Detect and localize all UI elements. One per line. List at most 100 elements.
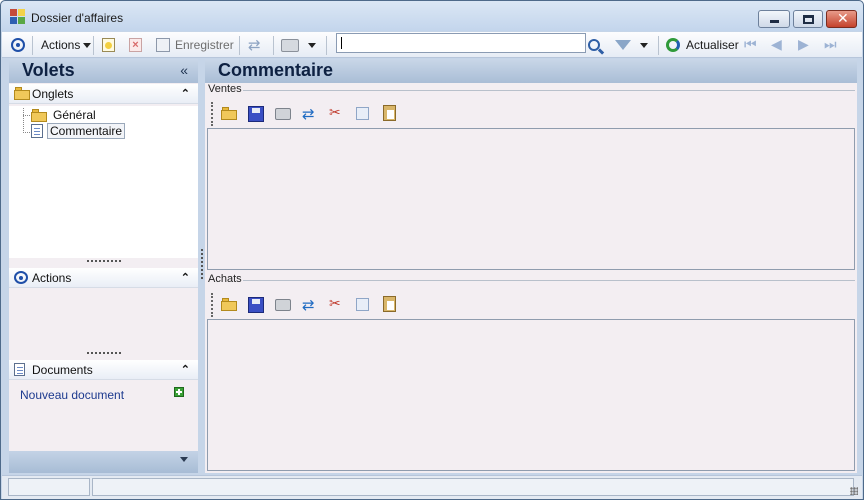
tabs-tree: Général Commentaire <box>9 106 198 258</box>
cut-icon[interactable]: ✂ <box>329 105 345 121</box>
copy-icon[interactable] <box>356 107 369 120</box>
group-achats-title: Achats <box>208 273 242 285</box>
actions-menu-label: Actions <box>41 38 81 52</box>
save-icon[interactable] <box>248 106 264 122</box>
copy-icon[interactable] <box>356 298 369 311</box>
actions-menu-button[interactable]: Actions <box>41 36 92 54</box>
new-document-icon <box>102 38 115 52</box>
print-icon[interactable] <box>275 299 291 311</box>
status-cell <box>92 478 854 496</box>
section-documents-header[interactable]: Documents ⌃ <box>9 360 198 380</box>
delete-button[interactable]: × <box>129 36 142 54</box>
chevron-up-icon[interactable]: ⌃ <box>181 363 190 376</box>
target-icon <box>14 271 28 284</box>
side-panel: Volets « Onglets ⌃ Général Commentaire A… <box>9 59 198 473</box>
tree-item-general[interactable]: Général <box>31 107 98 123</box>
section-resize-grip[interactable] <box>87 260 121 263</box>
previous-record-button[interactable]: ◀ <box>771 36 782 54</box>
chevron-up-icon[interactable]: ⌃ <box>181 87 190 100</box>
print-icon <box>281 38 299 52</box>
search-icon <box>588 39 605 55</box>
first-icon: ⏮ <box>744 37 757 53</box>
search-button[interactable] <box>588 36 605 55</box>
section-actions-header[interactable]: Actions ⌃ <box>9 268 198 288</box>
paste-icon[interactable] <box>383 296 396 312</box>
last-record-button[interactable]: ⏭ <box>824 36 837 54</box>
resize-grip-icon[interactable] <box>850 487 858 495</box>
minimize-icon <box>770 20 779 23</box>
sync-button[interactable]: ⇄ <box>248 36 261 54</box>
panel-splitter[interactable] <box>201 249 203 279</box>
group-divider <box>243 90 855 91</box>
section-actions-label: Actions <box>32 271 72 285</box>
paste-icon[interactable] <box>383 105 396 121</box>
minimize-button[interactable] <box>758 10 790 28</box>
text-cursor <box>341 37 342 49</box>
filter-button[interactable] <box>615 36 648 54</box>
document-icon <box>14 363 25 376</box>
section-documents-label: Documents <box>32 363 93 377</box>
delete-icon: × <box>129 38 142 52</box>
close-button[interactable]: ✕ <box>826 10 857 28</box>
ventes-comment-textarea[interactable] <box>207 128 855 270</box>
next-record-button[interactable]: ▶ <box>798 36 809 54</box>
target-icon <box>11 38 25 52</box>
sync-icon[interactable]: ⇄ <box>302 296 318 314</box>
toolbar-separator <box>239 36 240 55</box>
new-document-link[interactable]: Nouveau document <box>20 388 124 402</box>
ventes-toolbar: ⇄ ✂ <box>211 102 396 126</box>
search-input[interactable] <box>336 33 586 53</box>
home-button[interactable] <box>11 36 25 54</box>
first-record-button[interactable]: ⏮ <box>744 36 757 54</box>
toolbar-separator <box>658 36 659 55</box>
toolbar-separator <box>273 36 274 55</box>
refresh-icon <box>666 38 680 52</box>
sync-icon[interactable]: ⇄ <box>302 105 318 123</box>
print-icon[interactable] <box>275 108 291 120</box>
toolbar-separator <box>93 36 94 55</box>
chevron-down-icon <box>640 42 648 48</box>
main-header: Commentaire <box>205 59 857 83</box>
main-content: Commentaire Ventes ⇄ ✂ Achats ⇄ ✂ <box>205 59 857 473</box>
status-bar <box>2 475 862 499</box>
chevron-down-icon[interactable] <box>180 457 188 462</box>
save-button[interactable]: Enregistrer <box>156 36 234 54</box>
chevron-up-icon[interactable]: ⌃ <box>181 271 190 284</box>
toolbar-separator <box>326 36 327 55</box>
add-document-icon[interactable] <box>174 387 184 397</box>
maximize-button[interactable] <box>793 10 823 28</box>
previous-icon: ◀ <box>771 37 782 53</box>
title-bar[interactable]: Dossier d'affaires ✕ <box>1 1 863 31</box>
app-icon <box>10 9 26 25</box>
achats-toolbar: ⇄ ✂ <box>211 293 396 317</box>
save-label: Enregistrer <box>175 38 234 52</box>
cut-icon[interactable]: ✂ <box>329 296 345 312</box>
folder-open-icon[interactable] <box>221 298 237 311</box>
section-resize-grip[interactable] <box>87 352 121 355</box>
window-title: Dossier d'affaires <box>31 11 124 25</box>
document-icon <box>31 124 43 138</box>
collapse-panel-icon[interactable]: « <box>180 62 188 78</box>
toolbar-separator <box>32 36 33 55</box>
side-panel-footer[interactable] <box>9 451 198 473</box>
achats-comment-textarea[interactable] <box>207 319 855 471</box>
save-doc-icon <box>156 38 170 52</box>
tree-item-commentaire[interactable]: Commentaire <box>31 123 126 139</box>
group-divider <box>243 280 855 281</box>
next-icon: ▶ <box>798 37 809 53</box>
chevron-down-icon <box>83 42 92 48</box>
app-window: Dossier d'affaires ✕ Actions × Enregistr… <box>0 0 864 500</box>
tree-item-label: Général <box>53 108 96 122</box>
new-button[interactable] <box>102 36 115 54</box>
maximize-icon <box>803 15 814 24</box>
section-onglets-header[interactable]: Onglets ⌃ <box>9 84 198 104</box>
filter-icon <box>615 40 631 50</box>
save-icon[interactable] <box>248 297 264 313</box>
refresh-label: Actualiser <box>686 38 739 52</box>
actions-body <box>9 290 198 354</box>
refresh-button[interactable]: Actualiser <box>666 36 739 54</box>
sync-icon: ⇄ <box>248 36 261 54</box>
section-onglets-label: Onglets <box>32 87 74 101</box>
print-button[interactable] <box>281 36 316 54</box>
folder-open-icon[interactable] <box>221 107 237 120</box>
